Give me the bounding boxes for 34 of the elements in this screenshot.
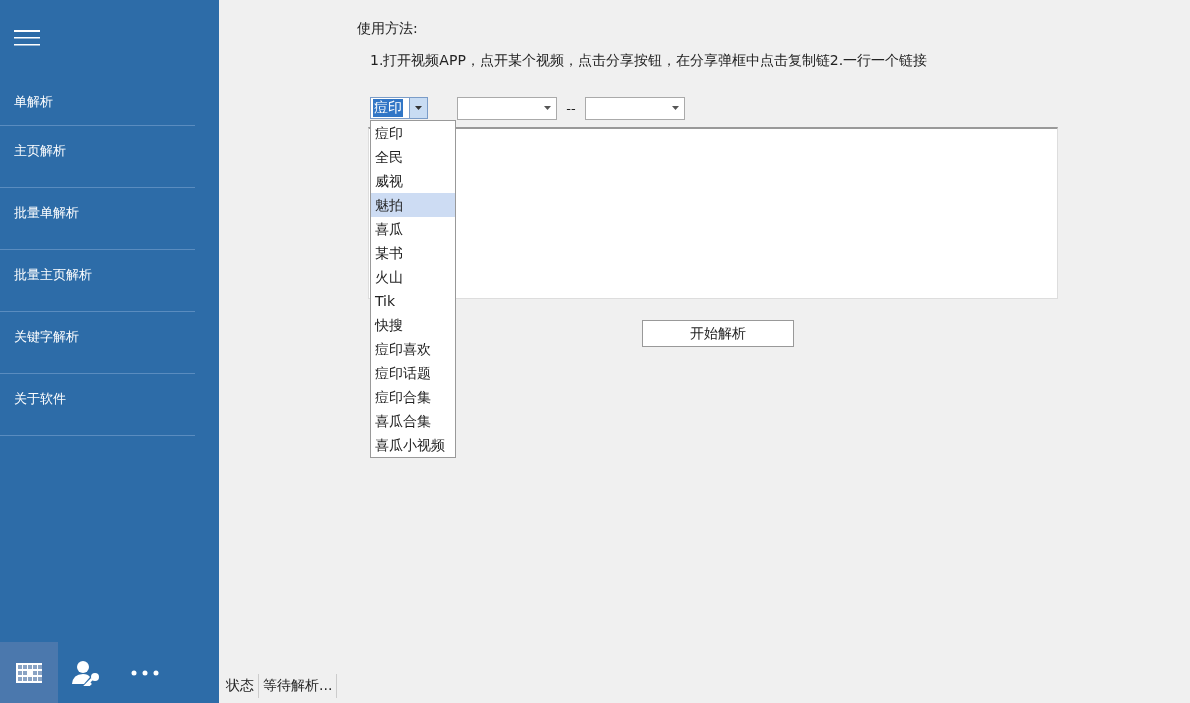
dropdown-option[interactable]: 全民 (371, 145, 455, 169)
dropdown-option[interactable]: 痘印话题 (371, 361, 455, 385)
sidebar-item[interactable]: 单解析 (0, 76, 195, 126)
caret-down-icon (672, 106, 679, 110)
dropdown-option[interactable]: 痘印 (371, 121, 455, 145)
range-separator: -- (565, 100, 577, 116)
sidebar-item[interactable]: 主页解析 (0, 126, 195, 188)
dropdown-option[interactable]: Tik (371, 289, 455, 313)
usage-instructions: 1.打开视频APP，点开某个视频，点击分享按钮，在分享弹框中点击复制链2.一行一个链接 (369, 52, 929, 70)
dropdown-option[interactable]: 喜瓜小视频 (371, 433, 455, 457)
sidebar-item[interactable]: 关键字解析 (0, 312, 195, 374)
start-dropdown[interactable] (457, 96, 557, 120)
sidebar-item[interactable]: 批量主页解析 (0, 250, 195, 312)
caret-down-icon (415, 106, 422, 110)
end-dropdown[interactable] (585, 96, 685, 120)
sidebar-item[interactable]: 关于软件 (0, 374, 195, 436)
dropdown-option[interactable]: 喜瓜合集 (371, 409, 455, 433)
dropdown-option[interactable]: 威视 (371, 169, 455, 193)
status-text: 状态 (222, 674, 259, 698)
dropdown-option[interactable]: 痘印喜欢 (371, 337, 455, 361)
dropdown-option[interactable]: 魅拍 (371, 193, 455, 217)
dropdown-option[interactable]: 某书 (371, 241, 455, 265)
calendar-grid-icon[interactable] (0, 642, 58, 703)
usage-title: 使用方法: (357, 20, 419, 38)
status-text: 等待解析... (259, 674, 338, 698)
dropdown-option[interactable]: 喜瓜 (371, 217, 455, 241)
dropdown-option[interactable]: 火山 (371, 265, 455, 289)
dropdown-option[interactable]: 快搜 (371, 313, 455, 337)
caret-down-icon (544, 106, 551, 110)
platform-dropdown[interactable]: 痘印 (370, 97, 428, 119)
menu-icon[interactable] (14, 30, 40, 46)
dropdown-option[interactable]: 痘印合集 (371, 385, 455, 409)
sidebar-item[interactable]: 批量单解析 (0, 188, 195, 250)
start-button[interactable]: 开始解析 (642, 320, 794, 347)
